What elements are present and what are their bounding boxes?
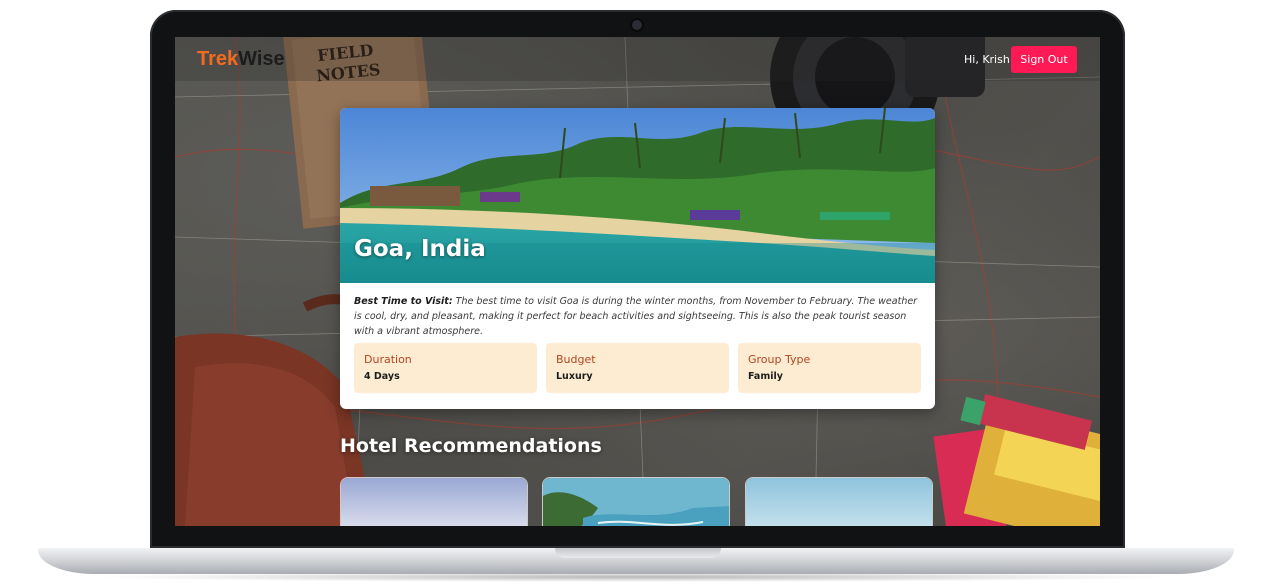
group-type-label: Group Type <box>748 353 811 366</box>
budget-label: Budget <box>556 353 596 366</box>
sign-out-button[interactable]: Sign Out <box>1011 46 1077 73</box>
duration-box: Duration 4 Days <box>354 343 537 393</box>
webcam <box>632 20 642 30</box>
hotel-card[interactable] <box>542 477 730 526</box>
navbar: TrekWise Hi, Krish Sign Out <box>175 37 1100 81</box>
hotel-card[interactable] <box>745 477 933 526</box>
user-greeting: Hi, Krish <box>964 53 1010 66</box>
app-screen: FIELD NOTES TrekWise Hi, Krish Sign Out <box>175 37 1100 526</box>
destination-hero-image: Goa, India <box>340 108 935 283</box>
hotel-image <box>746 478 932 526</box>
best-time-text: Best Time to Visit: The best time to vis… <box>354 294 920 339</box>
budget-value: Luxury <box>556 371 593 382</box>
laptop-notch <box>555 548 721 558</box>
hotel-recommendations-heading: Hotel Recommendations <box>340 435 602 457</box>
logo-wise: Wise <box>238 48 285 70</box>
app-logo[interactable]: TrekWise <box>197 48 285 71</box>
group-type-value: Family <box>748 371 783 382</box>
group-type-box: Group Type Family <box>738 343 921 393</box>
hotel-image <box>341 478 527 526</box>
destination-card: Goa, India Best Time to Visit: The best … <box>340 108 935 409</box>
logo-trek: Trek <box>197 48 239 70</box>
budget-box: Budget Luxury <box>546 343 729 393</box>
duration-value: 4 Days <box>364 371 400 382</box>
best-time-label: Best Time to Visit: <box>354 296 453 307</box>
duration-label: Duration <box>364 353 412 366</box>
destination-title: Goa, India <box>354 236 486 262</box>
hotel-card[interactable] <box>340 477 528 526</box>
hotel-image <box>543 478 729 526</box>
